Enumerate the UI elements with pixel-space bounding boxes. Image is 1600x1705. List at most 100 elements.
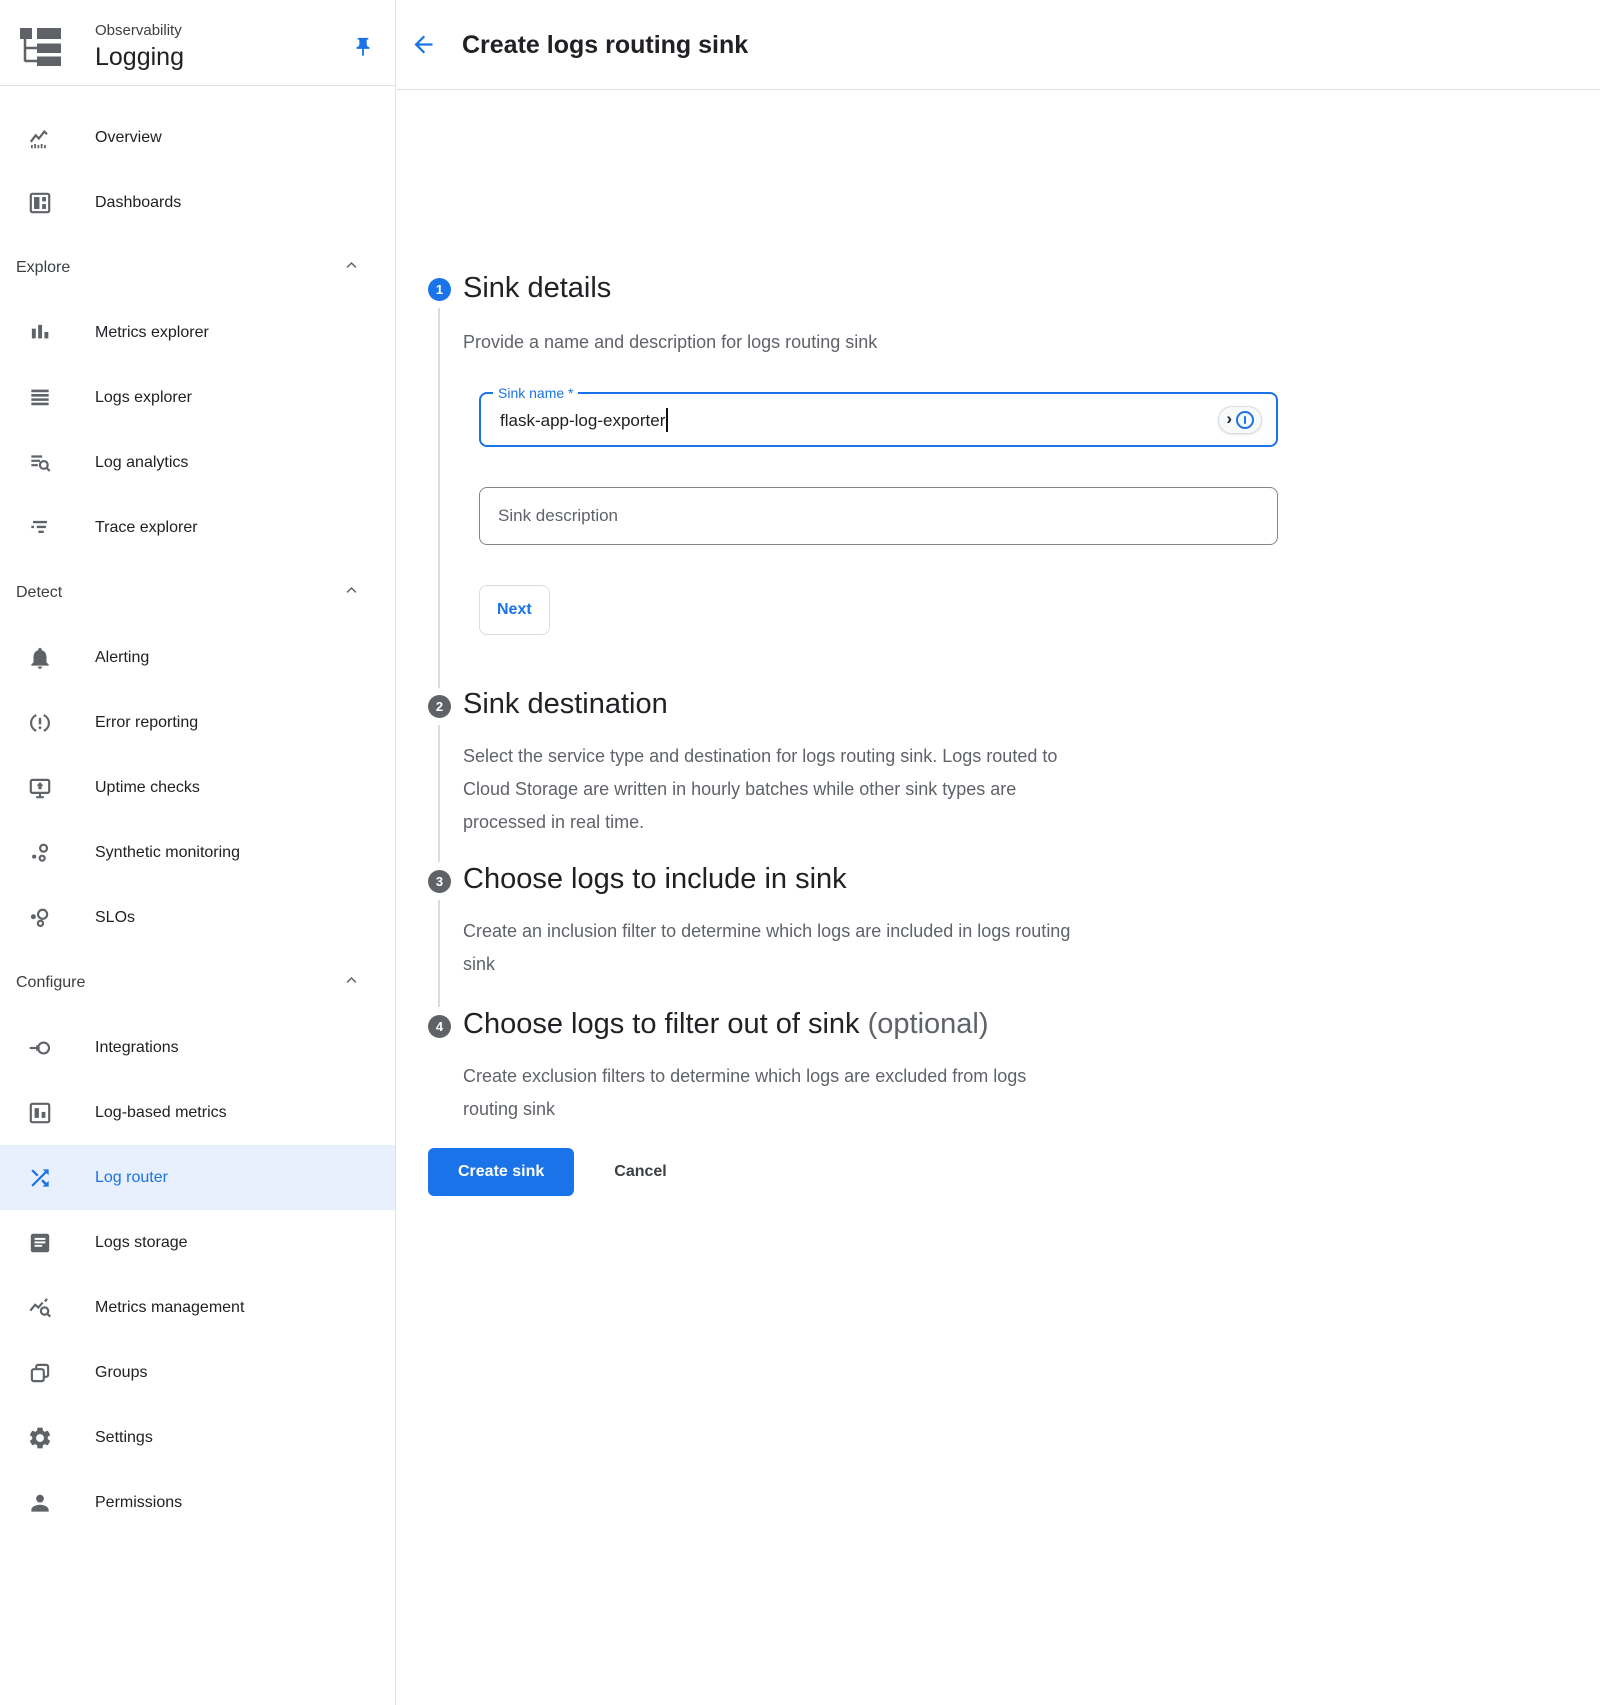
sidebar-header: Observability Logging	[0, 0, 395, 86]
step-3-title[interactable]: Choose logs to include in sink	[463, 861, 847, 897]
sidebar-item-logs-explorer[interactable]: Logs explorer	[0, 365, 395, 430]
optional-suffix: (optional)	[868, 1008, 989, 1040]
sidebar-item-label: Logs storage	[95, 1234, 188, 1252]
pin-button[interactable]	[352, 36, 374, 61]
sidebar-section-configure[interactable]: Configure	[0, 950, 395, 1015]
sidebar-item-dashboards[interactable]: Dashboards	[0, 170, 395, 235]
sidebar-item-error-reporting[interactable]: Error reporting	[0, 690, 395, 755]
chevron-up-icon	[344, 973, 359, 993]
sink-name-field[interactable]: Sink name * flask-app-log-exporter ›	[479, 392, 1278, 447]
sidebar-item-label: Integrations	[95, 1039, 179, 1057]
page-header: Create logs routing sink	[397, 0, 1600, 90]
app-title: Logging	[95, 41, 184, 73]
chevron-right-icon: ›	[1226, 410, 1232, 427]
gear-icon	[24, 1422, 56, 1454]
sidebar-item-integrations[interactable]: Integrations	[0, 1015, 395, 1080]
error-reporting-icon	[24, 707, 56, 739]
sidebar: Observability Logging Overview Dashboard…	[0, 0, 396, 1705]
sidebar-item-label: Error reporting	[95, 714, 198, 732]
next-button[interactable]: Next	[479, 585, 550, 635]
sidebar-item-synthetic-monitoring[interactable]: Synthetic monitoring	[0, 820, 395, 885]
sidebar-titles: Observability Logging	[95, 21, 184, 73]
step-connector	[438, 900, 440, 1007]
step-1-indicator: 1	[428, 278, 451, 301]
sidebar-item-uptime-checks[interactable]: Uptime checks	[0, 755, 395, 820]
sidebar-item-metrics-explorer[interactable]: Metrics explorer	[0, 300, 395, 365]
slo-circles-icon	[24, 902, 56, 934]
overview-chart-icon	[24, 122, 56, 154]
step-4-title[interactable]: Choose logs to filter out of sink (optio…	[463, 1006, 989, 1042]
create-sink-button[interactable]: Create sink	[428, 1148, 574, 1196]
logs-storage-icon	[24, 1227, 56, 1259]
log-based-metrics-icon	[24, 1097, 56, 1129]
section-label: Detect	[16, 584, 62, 602]
sidebar-item-trace-explorer[interactable]: Trace explorer	[0, 495, 395, 560]
pin-icon	[352, 46, 374, 61]
sidebar-item-label: Log analytics	[95, 454, 188, 472]
sidebar-item-label: Log-based metrics	[95, 1104, 227, 1122]
list-lines-icon	[24, 382, 56, 414]
sink-name-label: Sink name *	[493, 385, 578, 401]
bar-chart-icon	[24, 317, 56, 349]
cancel-button[interactable]: Cancel	[614, 1163, 666, 1181]
page-title: Create logs routing sink	[462, 0, 748, 90]
sidebar-item-label: Log router	[95, 1169, 168, 1187]
metrics-management-icon	[24, 1292, 56, 1324]
step-3-indicator: 3	[428, 870, 451, 893]
step-1-description: Provide a name and description for logs …	[463, 326, 1303, 359]
person-icon	[24, 1487, 56, 1519]
sidebar-item-slos[interactable]: SLOs	[0, 885, 395, 950]
form-actions: Create sink Cancel	[428, 1148, 667, 1196]
step-2-title[interactable]: Sink destination	[463, 686, 668, 722]
sidebar-item-settings[interactable]: Settings	[0, 1405, 395, 1470]
sidebar-item-label: Uptime checks	[95, 779, 200, 797]
sidebar-item-alerting[interactable]: Alerting	[0, 625, 395, 690]
sidebar-item-overview[interactable]: Overview	[0, 105, 395, 170]
trace-bars-icon	[24, 512, 56, 544]
dashboards-icon	[24, 187, 56, 219]
sidebar-section-explore[interactable]: Explore	[0, 235, 395, 300]
step-connector	[438, 308, 440, 688]
sidebar-item-permissions[interactable]: Permissions	[0, 1470, 395, 1535]
sidebar-item-log-based-metrics[interactable]: Log-based metrics	[0, 1080, 395, 1145]
step-2-indicator: 2	[428, 695, 451, 718]
sidebar-item-label: Overview	[95, 129, 162, 147]
sidebar-item-label: Metrics explorer	[95, 324, 209, 342]
product-name: Observability	[95, 21, 184, 41]
chevron-up-icon	[344, 258, 359, 278]
back-button[interactable]	[410, 31, 437, 61]
shuffle-icon	[24, 1162, 56, 1194]
chevron-up-icon	[344, 583, 359, 603]
step-1-title[interactable]: Sink details	[463, 270, 611, 306]
step-4-indicator: 4	[428, 1015, 451, 1038]
sidebar-item-groups[interactable]: Groups	[0, 1340, 395, 1405]
sink-description-input[interactable]	[479, 487, 1278, 545]
sidebar-item-label: Metrics management	[95, 1299, 244, 1317]
step-4-description: Create exclusion filters to determine wh…	[463, 1060, 1303, 1126]
groups-copy-icon	[24, 1357, 56, 1389]
sidebar-item-metrics-management[interactable]: Metrics management	[0, 1275, 395, 1340]
sidebar-section-detect[interactable]: Detect	[0, 560, 395, 625]
integrations-icon	[24, 1032, 56, 1064]
sidebar-nav: Overview Dashboards Explore Metrics expl…	[0, 105, 395, 1535]
sidebar-item-label: Dashboards	[95, 194, 181, 212]
sidebar-item-label: Alerting	[95, 649, 149, 667]
sidebar-item-label: Permissions	[95, 1494, 182, 1512]
logging-logo-icon	[20, 24, 64, 73]
section-label: Configure	[16, 974, 85, 992]
back-arrow-icon	[410, 46, 437, 61]
sidebar-item-log-router[interactable]: Log router	[0, 1145, 395, 1210]
sidebar-item-label: Groups	[95, 1364, 147, 1382]
sidebar-item-log-analytics[interactable]: Log analytics	[0, 430, 395, 495]
sidebar-item-label: Trace explorer	[95, 519, 198, 537]
synthetic-monitoring-icon	[24, 837, 56, 869]
text-caret	[666, 408, 668, 432]
lines-magnifier-icon	[24, 447, 56, 479]
sidebar-item-label: SLOs	[95, 909, 135, 927]
onepassword-icon	[1236, 411, 1254, 429]
sink-name-value: flask-app-log-exporter	[500, 408, 668, 432]
sidebar-item-logs-storage[interactable]: Logs storage	[0, 1210, 395, 1275]
section-label: Explore	[16, 259, 70, 277]
onepassword-autofill-button[interactable]: ›	[1218, 406, 1262, 434]
sidebar-item-label: Logs explorer	[95, 389, 192, 407]
